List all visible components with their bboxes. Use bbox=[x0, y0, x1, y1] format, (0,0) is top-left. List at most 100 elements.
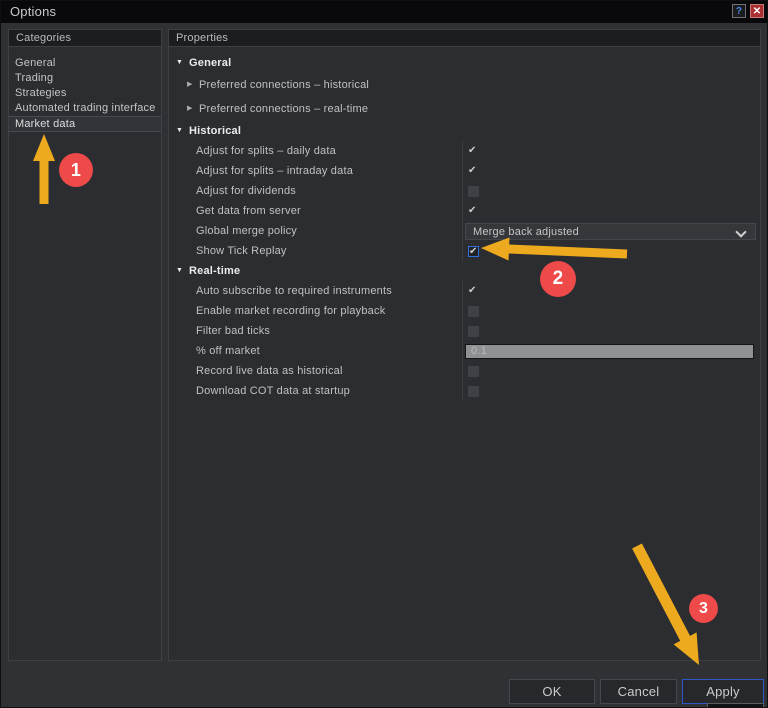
property-value-cell: 0.1 bbox=[463, 341, 760, 361]
property-value-cell: ✔ bbox=[463, 281, 760, 301]
checkbox-adjust-for-dividends[interactable] bbox=[468, 185, 479, 197]
categories-list: General Trading Strategies Automated tradin… bbox=[9, 47, 161, 132]
collapse-icon[interactable]: ▼ bbox=[176, 59, 184, 67]
chevron-down-icon bbox=[735, 225, 747, 238]
property-row-adjust-for-dividends[interactable]: Adjust for dividends bbox=[169, 181, 760, 201]
checkbox-show-tick-replay[interactable]: ✔ bbox=[468, 245, 479, 257]
checkbox-adjust-for-splits-intraday-data[interactable]: ✔ bbox=[468, 164, 479, 177]
section-label: General bbox=[189, 57, 232, 69]
property-name-cell: % off market bbox=[169, 341, 463, 361]
check-icon: ✔ bbox=[469, 245, 478, 257]
check-icon: ✔ bbox=[468, 204, 477, 216]
property-row-record-live-data-as-historical[interactable]: Record live data as historical bbox=[169, 361, 760, 381]
property-value-cell bbox=[463, 301, 760, 321]
property-label: Preferred connections – historical bbox=[199, 79, 370, 91]
section-header-general[interactable]: ▼ General bbox=[169, 53, 760, 73]
property-name-cell: Auto subscribe to required instruments bbox=[169, 281, 463, 301]
input-off-market[interactable]: 0.1 bbox=[465, 343, 754, 359]
property-value-cell bbox=[463, 73, 760, 97]
annotation-badge-3: 3 bbox=[689, 594, 718, 623]
section-label: Real-time bbox=[189, 265, 241, 277]
apply-button[interactable]: Apply bbox=[682, 679, 764, 704]
property-value-cell bbox=[463, 181, 760, 201]
collapse-icon[interactable]: ▼ bbox=[176, 127, 184, 135]
property-label: Global merge policy bbox=[196, 225, 298, 237]
checkbox-record-live-data-as-historical[interactable] bbox=[468, 365, 479, 377]
property-name-cell: Filter bad ticks bbox=[169, 321, 463, 341]
property-label: Enable market recording for playback bbox=[196, 305, 386, 317]
property-label: Auto subscribe to required instruments bbox=[196, 285, 392, 297]
property-name-cell: Get data from server bbox=[169, 201, 463, 221]
property-name-cell: ▶ Preferred connections – real-time bbox=[169, 97, 463, 121]
annotation-badge-2: 2 bbox=[540, 261, 576, 297]
categories-panel: Categories General Trading Strategies Autom… bbox=[8, 29, 162, 661]
property-row-enable-market-recording-for-playback[interactable]: Enable market recording for playback bbox=[169, 301, 760, 321]
checkbox-download-cot-data-at-startup[interactable] bbox=[468, 385, 479, 397]
window-title: Options bbox=[10, 4, 57, 19]
categories-header: Categories bbox=[9, 30, 161, 47]
dropdown-value: Merge back adjusted bbox=[473, 225, 579, 238]
check-icon: ✔ bbox=[468, 284, 477, 296]
sidebar-item-market-data[interactable]: Market data bbox=[9, 116, 161, 132]
property-label: Filter bad ticks bbox=[196, 325, 271, 337]
property-row-filter-bad-ticks[interactable]: Filter bad ticks bbox=[169, 321, 760, 341]
titlebar: Options ? ✕ bbox=[1, 1, 767, 23]
property-value-cell: ✔ bbox=[463, 161, 760, 181]
property-name-cell: Global merge policy bbox=[169, 221, 463, 241]
check-icon: ✔ bbox=[468, 144, 477, 156]
ok-button[interactable]: OK bbox=[509, 679, 595, 704]
sidebar-item-automated-trading-interface[interactable]: Automated trading interface bbox=[9, 101, 161, 116]
cancel-button[interactable]: Cancel bbox=[600, 679, 677, 704]
property-row-auto-subscribe-to-required-instruments[interactable]: Auto subscribe to required instruments ✔ bbox=[169, 281, 760, 301]
property-value-cell bbox=[463, 321, 760, 341]
sidebar-item-strategies[interactable]: Strategies bbox=[9, 86, 161, 101]
property-name-cell: Enable market recording for playback bbox=[169, 301, 463, 321]
property-name-cell: Adjust for splits – daily data bbox=[169, 141, 463, 161]
section-label: Historical bbox=[189, 125, 242, 137]
help-button[interactable]: ? bbox=[732, 4, 746, 18]
partial-window-edge bbox=[707, 703, 764, 707]
property-name-cell: Adjust for splits – intraday data bbox=[169, 161, 463, 181]
property-value-cell: ✔ bbox=[463, 241, 760, 261]
property-label: % off market bbox=[196, 345, 260, 357]
check-icon: ✔ bbox=[468, 164, 477, 176]
property-label: Get data from server bbox=[196, 205, 301, 217]
property-value-cell bbox=[463, 97, 760, 121]
property-label: Preferred connections – real-time bbox=[199, 103, 369, 115]
property-row-adjust-for-splits-daily-data[interactable]: Adjust for splits – daily data ✔ bbox=[169, 141, 760, 161]
property-label: Record live data as historical bbox=[196, 365, 343, 377]
close-button[interactable]: ✕ bbox=[750, 4, 764, 18]
property-row-global-merge-policy[interactable]: Global merge policy Merge back adjusted bbox=[169, 221, 760, 241]
checkbox-get-data-from-server[interactable]: ✔ bbox=[468, 204, 479, 217]
checkbox-adjust-for-splits-daily-data[interactable]: ✔ bbox=[468, 144, 479, 157]
property-value-cell: Merge back adjusted bbox=[463, 221, 760, 241]
collapse-icon[interactable]: ▼ bbox=[176, 267, 184, 275]
property-row-get-data-from-server[interactable]: Get data from server ✔ bbox=[169, 201, 760, 221]
expand-icon[interactable]: ▶ bbox=[187, 81, 195, 89]
property-row-off-market[interactable]: % off market 0.1 bbox=[169, 341, 760, 361]
property-row-download-cot-data-at-startup[interactable]: Download COT data at startup bbox=[169, 381, 760, 401]
property-value-cell bbox=[463, 381, 760, 401]
property-row-preferred-connections-historical[interactable]: ▶ Preferred connections – historical bbox=[169, 73, 760, 97]
sidebar-item-general[interactable]: General bbox=[9, 56, 161, 71]
sidebar-item-trading[interactable]: Trading bbox=[9, 71, 161, 86]
close-icon: ✕ bbox=[752, 5, 762, 17]
section-header-real-time[interactable]: ▼ Real-time bbox=[169, 261, 760, 281]
property-label: Adjust for splits – daily data bbox=[196, 145, 336, 157]
help-icon: ? bbox=[735, 5, 743, 17]
property-name-cell: ▶ Preferred connections – historical bbox=[169, 73, 463, 97]
property-label: Download COT data at startup bbox=[196, 385, 350, 397]
property-row-show-tick-replay[interactable]: Show Tick Replay ✔ bbox=[169, 241, 760, 261]
property-row-preferred-connections-real-time[interactable]: ▶ Preferred connections – real-time bbox=[169, 97, 760, 121]
property-name-cell: Download COT data at startup bbox=[169, 381, 463, 401]
dropdown-global-merge-policy[interactable]: Merge back adjusted bbox=[465, 222, 756, 240]
section-header-historical[interactable]: ▼ Historical bbox=[169, 121, 760, 141]
expand-icon[interactable]: ▶ bbox=[187, 105, 195, 113]
property-value-cell bbox=[463, 361, 760, 381]
property-row-adjust-for-splits-intraday-data[interactable]: Adjust for splits – intraday data ✔ bbox=[169, 161, 760, 181]
checkbox-enable-market-recording-for-playback[interactable] bbox=[468, 305, 479, 317]
checkbox-auto-subscribe-to-required-instruments[interactable]: ✔ bbox=[468, 284, 479, 297]
property-name-cell: Record live data as historical bbox=[169, 361, 463, 381]
property-name-cell: Adjust for dividends bbox=[169, 181, 463, 201]
checkbox-filter-bad-ticks[interactable] bbox=[468, 325, 479, 337]
